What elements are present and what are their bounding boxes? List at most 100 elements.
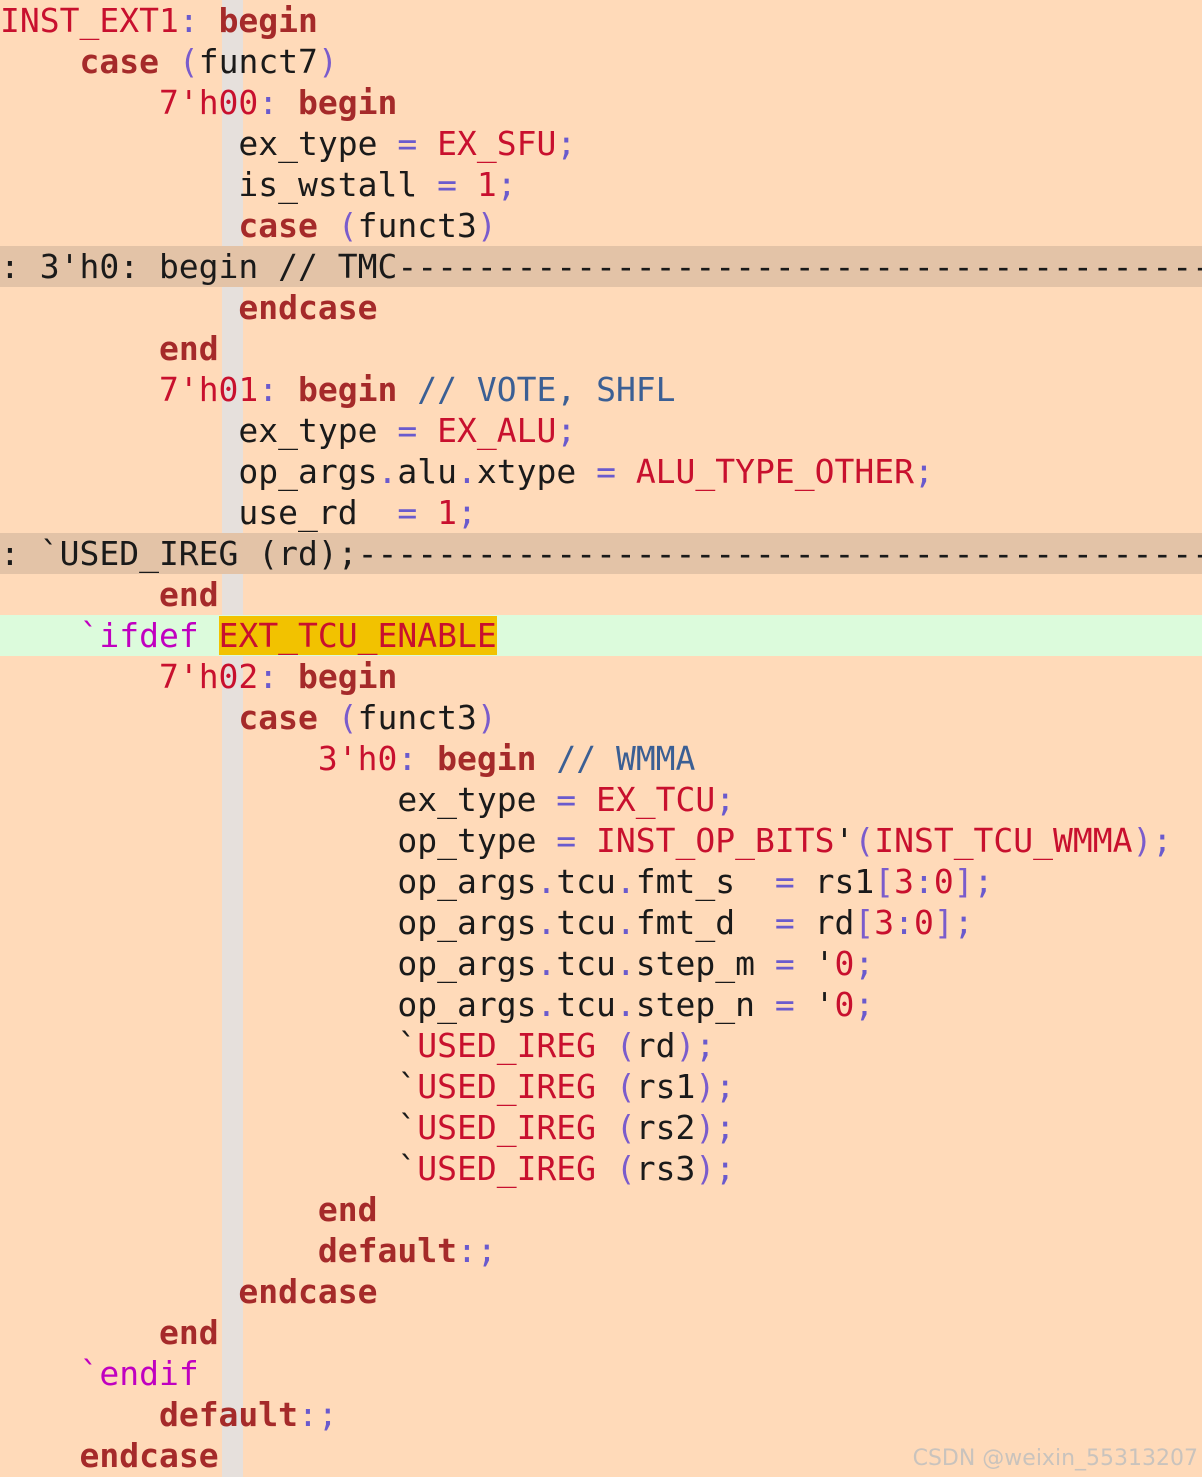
code-token: INST_EXT1 bbox=[0, 1, 179, 40]
code-line: case (funct3) bbox=[0, 697, 1202, 738]
code-token: INST_TCU_WMMA bbox=[874, 821, 1133, 860]
code-token: tcu bbox=[556, 985, 616, 1024]
code-token: ; bbox=[854, 944, 875, 983]
code-token: op_args bbox=[397, 862, 537, 901]
code-token: xtype bbox=[476, 452, 577, 491]
code-token: end bbox=[158, 329, 219, 368]
code-token: ; bbox=[715, 1108, 736, 1147]
code-token: ] bbox=[953, 862, 974, 901]
code-line: endcase bbox=[0, 1271, 1202, 1312]
code-token: 7'h00 bbox=[158, 83, 259, 122]
code-token: . bbox=[615, 985, 636, 1024]
code-token: // WMMA bbox=[556, 739, 696, 778]
code-token: ( bbox=[615, 1149, 636, 1188]
code-token: rd bbox=[635, 1026, 676, 1065]
code-token: 0 bbox=[933, 862, 954, 901]
code-token: ; bbox=[695, 1026, 716, 1065]
code-token: [ bbox=[874, 862, 895, 901]
code-token: end bbox=[158, 575, 219, 614]
code-line: ex_type = EX_ALU; bbox=[0, 410, 1202, 451]
code-token: ; bbox=[457, 493, 477, 532]
code-token: ( bbox=[337, 206, 358, 245]
code-token: EX_TCU bbox=[596, 780, 716, 819]
code-token: case bbox=[79, 42, 159, 81]
code-line: ex_type = EX_TCU; bbox=[0, 779, 1202, 820]
code-token: : bbox=[258, 370, 299, 409]
code-token: op_args bbox=[397, 903, 537, 942]
folded-code-line[interactable]: : 3'h0: begin // TMC--------------------… bbox=[0, 246, 1202, 287]
code-token: [ bbox=[854, 903, 875, 942]
code-token: case bbox=[238, 698, 318, 737]
code-token: funct3 bbox=[357, 698, 477, 737]
highlighted-code-line: `ifdef EXT_TCU_ENABLE bbox=[0, 615, 1202, 656]
code-token: op_args bbox=[238, 452, 378, 491]
code-token: ex_type bbox=[397, 780, 537, 819]
code-token: case bbox=[238, 206, 318, 245]
code-token: begin bbox=[437, 739, 537, 778]
code-line: end bbox=[0, 1312, 1202, 1353]
code-token: USED_IREG bbox=[417, 1026, 597, 1065]
code-token: op_type bbox=[397, 821, 537, 860]
code-token: ' bbox=[814, 944, 835, 983]
code-token: ; bbox=[953, 903, 974, 942]
code-token: endcase bbox=[238, 1272, 378, 1311]
code-token: rs3 bbox=[635, 1149, 696, 1188]
code-line: case (funct3) bbox=[0, 205, 1202, 246]
code-token: ; bbox=[556, 411, 577, 450]
code-token: ; bbox=[854, 985, 875, 1024]
code-token: fmt_d bbox=[635, 903, 736, 942]
code-token: . bbox=[615, 944, 636, 983]
code-token: 1 bbox=[437, 493, 457, 532]
code-token: step_n bbox=[635, 985, 756, 1024]
code-token: 3'h0 bbox=[317, 739, 398, 778]
code-line: op_args.alu.xtype = ALU_TYPE_OTHER; bbox=[0, 451, 1202, 492]
code-token: ( bbox=[615, 1108, 636, 1147]
code-token: rs1 bbox=[635, 1067, 696, 1106]
code-token: alu bbox=[397, 452, 457, 491]
code-token: : bbox=[397, 739, 438, 778]
code-token: ) bbox=[695, 1067, 716, 1106]
code-token: . bbox=[536, 985, 557, 1024]
code-token: 1 bbox=[476, 165, 497, 204]
code-line: end bbox=[0, 328, 1202, 369]
code-token: default bbox=[158, 1395, 299, 1434]
code-token: ) bbox=[476, 698, 497, 737]
code-token: use_rd bbox=[238, 493, 358, 532]
code-token: INST_OP_BITS bbox=[596, 821, 835, 860]
code-token: ; bbox=[1152, 821, 1173, 860]
code-token: 7'h01 bbox=[158, 370, 259, 409]
code-token: = bbox=[536, 780, 597, 819]
code-token: `ifdef bbox=[79, 616, 199, 655]
code-token: tcu bbox=[556, 944, 616, 983]
code-line: use_rd = 1; bbox=[0, 492, 1202, 533]
code-token: ; bbox=[556, 124, 577, 163]
code-token: : bbox=[258, 83, 299, 122]
code-token: ` bbox=[397, 1026, 418, 1065]
code-editor[interactable]: INST_EXT1: begin case ( funct7) 7'h00: be… bbox=[0, 0, 1202, 1477]
code-token: ; bbox=[715, 780, 736, 819]
code-token: begin bbox=[298, 83, 398, 122]
folded-code-line[interactable]: : `USED_IREG (rd);----------------------… bbox=[0, 533, 1202, 574]
code-token: : `USED_IREG (rd); bbox=[0, 534, 358, 573]
code-token: funct7 bbox=[198, 42, 318, 81]
code-token: 0 bbox=[834, 944, 855, 983]
